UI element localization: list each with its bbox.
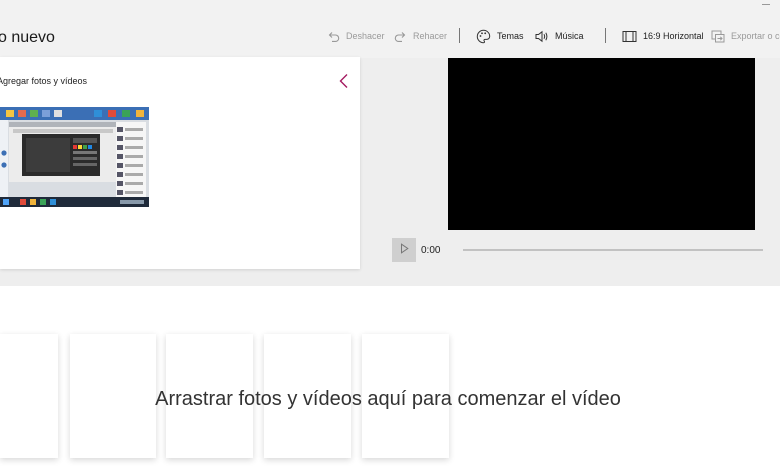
media-thumbnail[interactable] (0, 107, 149, 207)
project-library-panel: Agregar fotos y vídeos (0, 57, 360, 269)
undo-icon (327, 30, 340, 43)
playback-time: 0:00 (421, 245, 441, 256)
storyboard-hint: Arrastrar fotos y vídeos aquí para comen… (155, 388, 621, 410)
project-title: o nuevo (0, 29, 55, 46)
chevron-left-icon[interactable] (337, 73, 351, 94)
play-icon (400, 241, 409, 259)
play-button[interactable] (392, 238, 416, 262)
toolbar-divider (605, 28, 606, 43)
toolbar-divider (459, 28, 460, 43)
add-photos-videos-link[interactable]: Agregar fotos y vídeos (0, 76, 87, 86)
undo-label: Deshacer (346, 31, 385, 41)
aspect-ratio-icon (622, 30, 637, 43)
redo-label: Rehacer (413, 31, 448, 41)
aspect-ratio-label: 16:9 Horizontal (643, 31, 704, 41)
top-bar: o nuevo Deshacer Rehacer Temas Música 16… (0, 0, 780, 58)
themes-button[interactable]: Temas (476, 26, 524, 46)
video-preview[interactable] (448, 58, 755, 230)
export-icon (711, 29, 725, 43)
undo-button[interactable]: Deshacer (327, 26, 385, 46)
minimize-icon[interactable] (762, 4, 770, 5)
music-button[interactable]: Música (534, 26, 584, 46)
palette-icon (476, 29, 491, 44)
export-label: Exportar o co (731, 31, 780, 41)
seek-bar[interactable] (463, 249, 763, 251)
redo-button[interactable]: Rehacer (394, 26, 447, 46)
speaker-icon (534, 30, 549, 43)
export-button[interactable]: Exportar o co (711, 26, 780, 46)
redo-icon (394, 30, 407, 43)
music-label: Música (555, 31, 584, 41)
themes-label: Temas (497, 31, 524, 41)
aspect-ratio-button[interactable]: 16:9 Horizontal (622, 26, 704, 46)
